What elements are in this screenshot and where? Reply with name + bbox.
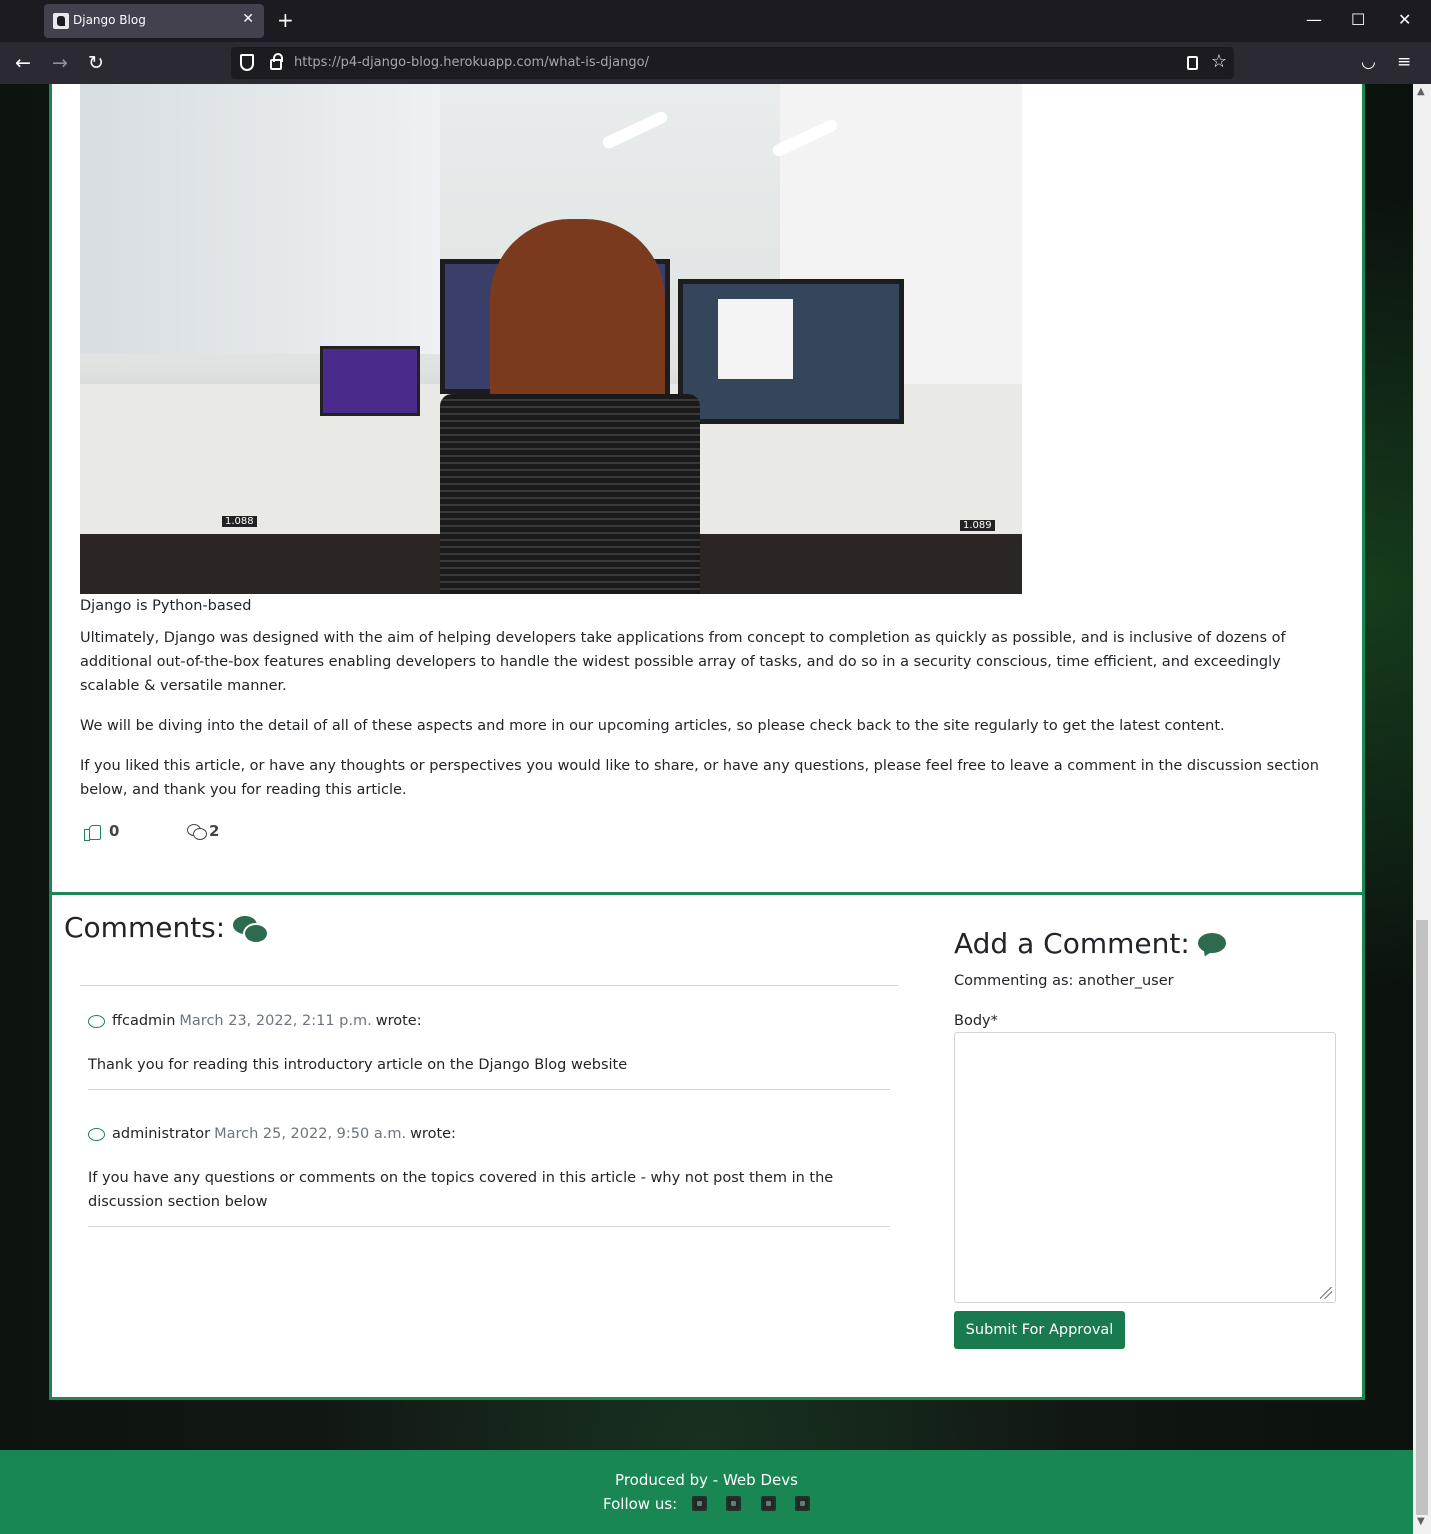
tracking-protection-icon[interactable] — [240, 54, 254, 71]
comment-body-field[interactable] — [954, 1032, 1336, 1303]
scroll-down-icon[interactable]: ▼ — [1417, 1516, 1425, 1527]
forward-button[interactable]: → — [52, 52, 68, 74]
scrollbar-thumb[interactable] — [1416, 920, 1428, 1515]
browser-titlebar: Django Blog ✕ + — ☐ ✕ — [0, 0, 1431, 42]
url-bar[interactable]: https://p4-django-blog.herokuapp.com/wha… — [231, 47, 1234, 79]
browser-toolbar: ← → ↻ https://p4-django-blog.herokuapp.c… — [0, 42, 1431, 84]
youtube-icon[interactable] — [795, 1496, 810, 1511]
tab-close-icon[interactable]: ✕ — [242, 11, 254, 27]
comment-header: ffcadmin March 23, 2022, 2:11 p.m. wrote… — [88, 1013, 422, 1029]
ceiling-light — [600, 109, 670, 151]
like-count: 0 — [109, 822, 120, 840]
tab-title: Django Blog — [73, 13, 146, 27]
comment-date: March 23, 2022, 2:11 p.m. — [179, 1013, 372, 1029]
page-scrollbar[interactable]: ▲ ▼ — [1413, 84, 1431, 1534]
article-paragraph: We will be diving into the detail of all… — [80, 718, 1225, 734]
comments-icon — [187, 824, 207, 840]
office-window — [80, 84, 440, 354]
submit-for-approval-button[interactable]: Submit For Approval — [954, 1311, 1125, 1349]
comment-chat-icon — [1197, 933, 1228, 957]
body-label: Body* — [954, 1013, 998, 1029]
comments-card: Comments: ffcadmin March 23, 2022, 2:11 … — [49, 892, 1365, 1400]
instagram-icon[interactable] — [761, 1496, 776, 1511]
add-comment-heading-text: Add a Comment: — [954, 927, 1190, 960]
url-path: /what-is-django/ — [544, 55, 649, 70]
comment-body: Thank you for reading this introductory … — [88, 1057, 628, 1073]
django-favicon-icon — [53, 13, 69, 29]
url-text[interactable]: https://p4-django-blog.herokuapp.com/wha… — [294, 55, 649, 70]
comment-author: ffcadmin — [112, 1013, 176, 1029]
like-button[interactable]: 0 — [84, 822, 120, 841]
thumbs-up-icon[interactable] — [84, 823, 101, 841]
maximize-button[interactable]: ☐ — [1351, 10, 1365, 29]
comment-item: administrator March 25, 2022, 9:50 a.m. … — [88, 1126, 890, 1227]
lock-icon[interactable] — [270, 53, 283, 70]
twitter-icon[interactable] — [726, 1496, 741, 1511]
monitor-document — [718, 299, 793, 379]
comment-count: 2 — [187, 822, 219, 840]
laptop — [320, 346, 420, 416]
commenting-as: Commenting as: another_user — [954, 973, 1174, 989]
desk-number-label: 1.088 — [222, 516, 257, 527]
menu-icon[interactable]: ≡ — [1397, 52, 1411, 72]
pocket-icon[interactable]: ◡ — [1361, 52, 1376, 72]
speech-bubble-icon — [88, 1127, 105, 1141]
comment-wrote: wrote: — [410, 1126, 456, 1142]
divider — [80, 985, 898, 986]
follow-us-label: Follow us: — [603, 1495, 678, 1513]
comment-item: ffcadmin March 23, 2022, 2:11 p.m. wrote… — [88, 1013, 890, 1090]
close-window-button[interactable]: ✕ — [1398, 10, 1411, 29]
monitor-right — [678, 279, 904, 424]
article-card: 1.088 1.089 Django is Python-based Ultim… — [49, 84, 1365, 974]
facebook-icon[interactable] — [692, 1496, 707, 1511]
comment-body: If you have any questions or comments on… — [88, 1170, 834, 1210]
reader-view-icon[interactable] — [1187, 56, 1198, 70]
comment-author: administrator — [112, 1126, 211, 1142]
comment-date: March 25, 2022, 9:50 a.m. — [214, 1126, 407, 1142]
url-host: https://p4-django-blog.herokuapp.com — [294, 55, 545, 70]
browser-tab[interactable]: Django Blog ✕ — [44, 4, 264, 38]
article-paragraph: Ultimately, Django was designed with the… — [80, 630, 1286, 694]
office-chair — [440, 394, 700, 594]
bookmark-star-icon[interactable]: ☆ — [1211, 51, 1227, 72]
new-tab-button[interactable]: + — [277, 8, 294, 32]
produced-by: Produced by - Web Devs — [615, 1471, 798, 1489]
scroll-up-icon[interactable]: ▲ — [1417, 86, 1425, 97]
comment-count-value: 2 — [209, 822, 220, 840]
resize-grip-icon[interactable] — [1320, 1287, 1332, 1299]
add-comment-heading: Add a Comment: — [954, 927, 1228, 960]
back-button[interactable]: ← — [15, 52, 31, 74]
minimize-button[interactable]: — — [1306, 10, 1322, 29]
desk-number-label: 1.089 — [960, 520, 995, 531]
comments-heading: Comments: — [64, 911, 270, 944]
image-caption: Django is Python-based — [80, 598, 252, 614]
comment-wrote: wrote: — [375, 1013, 422, 1029]
page-viewport: 1.088 1.089 Django is Python-based Ultim… — [0, 84, 1413, 1534]
article-paragraph: If you liked this article, or have any t… — [80, 758, 1319, 798]
comments-heading-text: Comments: — [64, 911, 226, 944]
article-image: 1.088 1.089 — [80, 84, 1022, 594]
comments-chat-icon — [233, 916, 270, 944]
comment-header: administrator March 25, 2022, 9:50 a.m. … — [88, 1126, 456, 1142]
site-footer: Produced by - Web Devs Follow us: — [0, 1450, 1413, 1534]
reload-button[interactable]: ↻ — [88, 52, 104, 74]
speech-bubble-icon — [88, 1014, 105, 1028]
